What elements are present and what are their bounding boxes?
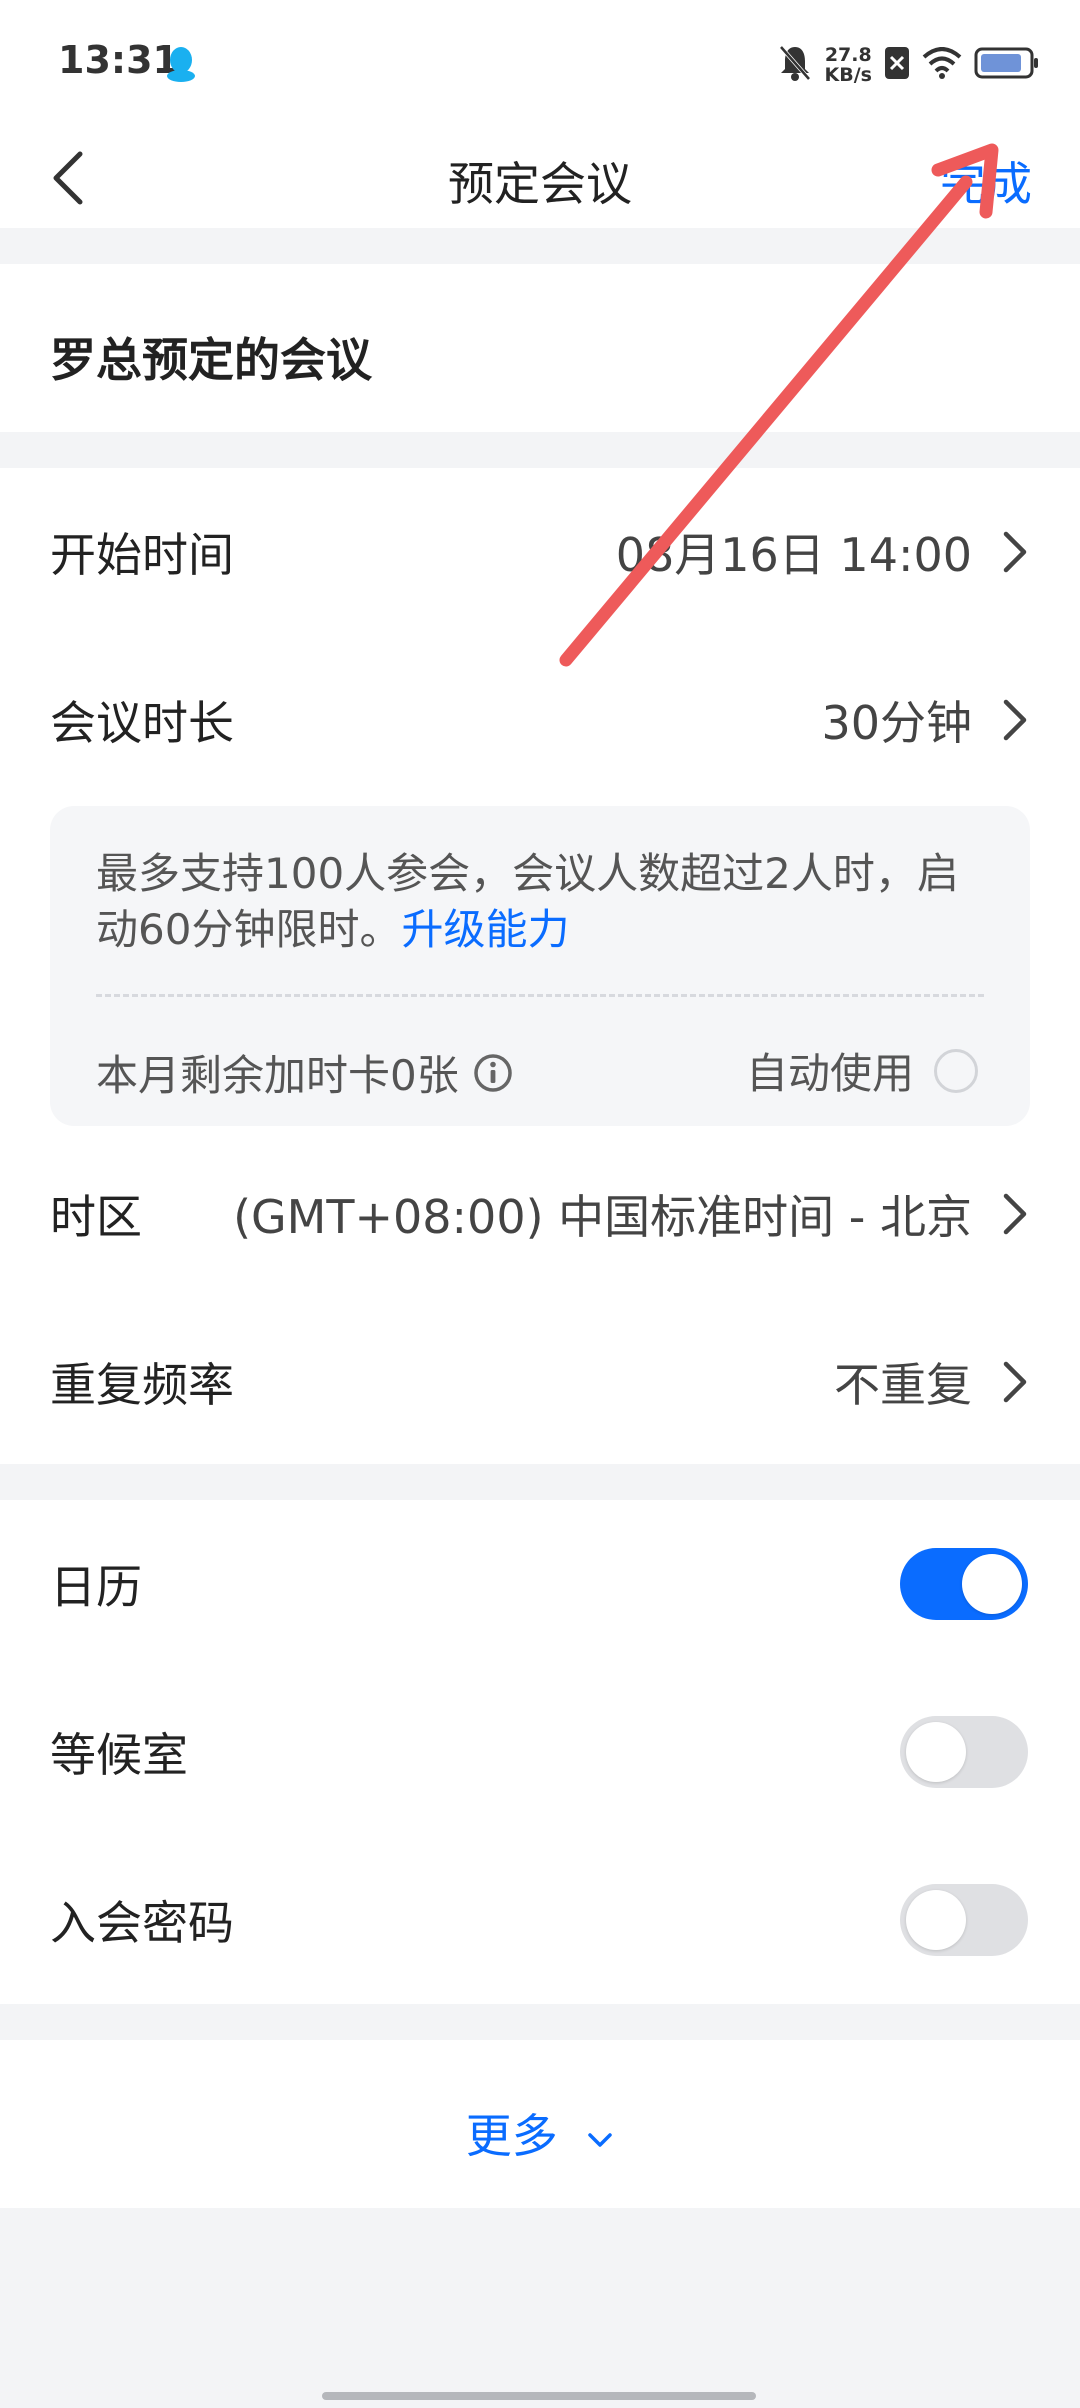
upgrade-link[interactable]: 升级能力 (401, 905, 569, 954)
meeting-name-card[interactable]: 罗总预定的会议 (0, 264, 1080, 432)
auto-use-label: 自动使用 (745, 1049, 914, 1098)
chevron-right-icon (1003, 531, 1027, 573)
dashed-divider (96, 994, 984, 997)
calendar-toggle[interactable] (900, 1548, 1028, 1620)
more-label: 更多 (465, 2109, 558, 2163)
start-time-row[interactable]: 开始时间 08月16日 14:00 (0, 468, 1080, 636)
nav-bar: 预定会议 完成 (0, 128, 1080, 228)
auto-use-option[interactable]: 自动使用 (746, 1040, 978, 1101)
calendar-label: 日历 (50, 1560, 142, 1614)
duration-label: 会议时长 (50, 696, 234, 750)
net-speed-value: 27.8 (824, 44, 872, 66)
meeting-name: 罗总预定的会议 (50, 333, 372, 387)
limit-notice: 最多支持100人参会，会议人数超过2人时，启动60分钟限时。升级能力 (96, 846, 996, 958)
status-time: 13:31 (58, 38, 179, 82)
mute-bell-icon (777, 43, 813, 87)
repeat-value: 不重复 (834, 1358, 972, 1412)
sim-disabled-icon (884, 46, 910, 84)
status-icons: 27.8 KB/s (777, 40, 1040, 90)
wifi-icon (922, 47, 962, 83)
settings-card: 日历 等候室 入会密码 (0, 1500, 1080, 2004)
password-toggle[interactable] (900, 1884, 1028, 1956)
timezone-label: 时区 (50, 1190, 142, 1244)
waiting-room-toggle[interactable] (900, 1716, 1028, 1788)
battery-icon (974, 47, 1040, 83)
calendar-row: 日历 (0, 1500, 1080, 1668)
net-speed: 27.8 KB/s (825, 45, 872, 85)
chevron-right-icon (1003, 1361, 1027, 1403)
repeat-row[interactable]: 重复频率 不重复 (0, 1298, 1080, 1466)
time-card-info: 本月剩余加时卡0张 (96, 1042, 513, 1103)
done-button[interactable]: 完成 (940, 148, 1032, 214)
waiting-room-label: 等候室 (50, 1728, 188, 1782)
toggle-knob (962, 1554, 1022, 1614)
waiting-room-row: 等候室 (0, 1668, 1080, 1836)
toggle-knob (906, 1722, 966, 1782)
password-label: 入会密码 (50, 1896, 234, 1950)
start-time-value: 08月16日 14:00 (615, 528, 972, 582)
timezone-row[interactable]: 时区 (GMT+08:00) 中国标准时间 - 北京 (0, 1130, 1080, 1298)
info-icon[interactable] (473, 1053, 513, 1093)
time-card-text: 本月剩余加时卡0张 (96, 1051, 459, 1100)
page-title: 预定会议 (448, 157, 632, 211)
toggle-knob (906, 1890, 966, 1950)
start-time-label: 开始时间 (50, 528, 234, 582)
more-button[interactable]: 更多 (0, 2100, 1080, 2166)
repeat-label: 重复频率 (50, 1358, 234, 1412)
home-indicator[interactable] (322, 2392, 756, 2400)
more-card[interactable]: 更多 (0, 2040, 1080, 2208)
status-bar: 13:31 27.8 KB/s (0, 0, 1080, 128)
chevron-right-icon (1003, 1193, 1027, 1235)
chevron-right-icon (1003, 699, 1027, 741)
auto-use-radio[interactable] (934, 1048, 978, 1093)
duration-limit-info-box: 最多支持100人参会，会议人数超过2人时，启动60分钟限时。升级能力 本月剩余加… (50, 806, 1030, 1126)
duration-value: 30分钟 (821, 696, 972, 750)
password-row: 入会密码 (0, 1836, 1080, 2004)
duration-row[interactable]: 会议时长 30分钟 (0, 636, 1080, 804)
net-speed-unit: KB/s (824, 64, 872, 86)
qq-icon (164, 44, 198, 88)
chevron-down-icon (588, 2132, 613, 2147)
timezone-value: (GMT+08:00) 中国标准时间 - 北京 (233, 1190, 972, 1244)
